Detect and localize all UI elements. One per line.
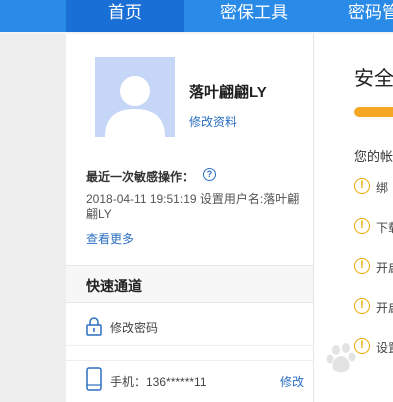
quick-access-title: 快速通道	[86, 278, 142, 294]
top-nav: 首页 密保工具 密码管	[0, 0, 393, 32]
lock-icon	[86, 317, 102, 336]
avatar[interactable]	[95, 57, 175, 137]
change-password-row[interactable]: 修改密码	[66, 306, 313, 346]
security-item-label: 下载	[376, 221, 393, 235]
warning-icon: !	[354, 258, 370, 274]
security-panel: 安全 您的帐 ! 绑 ! 下载 ! 开启 ! 开启 ! 设置	[314, 34, 393, 402]
modify-phone-link[interactable]: 修改	[280, 373, 304, 390]
recent-operation-title: 最近一次敏感操作：	[86, 170, 195, 184]
phone-row: 手机：136******11 修改	[66, 360, 313, 400]
security-item-label: 绑	[376, 181, 389, 195]
tab-home[interactable]: 首页	[66, 0, 184, 32]
view-more-link[interactable]: 查看更多	[86, 230, 134, 247]
security-item-label: 设置	[376, 341, 393, 355]
warning-icon: !	[354, 178, 370, 194]
security-item-label: 开启	[376, 261, 393, 275]
account-status-text: 您的帐	[354, 149, 393, 164]
user-silhouette-icon	[105, 76, 165, 137]
warning-icon: !	[354, 338, 370, 354]
security-item-label: 开启	[376, 301, 393, 315]
quick-access-header: 快速通道	[66, 265, 313, 303]
page: 首页 密保工具 密码管 落叶翩翩LY 修改资料 最近一次敏感操作： ? 2018…	[0, 0, 393, 402]
recent-operation-detail: 2018-04-11 19:51:19 设置用户名:落叶翩翩LY	[86, 192, 300, 221]
phone-number: 手机：136******11	[110, 375, 207, 389]
username: 落叶翩翩LY	[189, 84, 267, 101]
change-password-label: 修改密码	[110, 321, 159, 335]
security-title: 安全	[354, 68, 393, 90]
edit-profile-link[interactable]: 修改资料	[189, 113, 237, 130]
warning-icon: !	[354, 218, 370, 234]
security-progress-fill	[354, 107, 393, 117]
warning-icon: !	[354, 298, 370, 314]
sidebar: 落叶翩翩LY 修改资料 最近一次敏感操作： ? 2018-04-11 19:51…	[66, 34, 314, 402]
tab-security-tools[interactable]: 密保工具	[184, 0, 324, 32]
phone-icon	[86, 367, 102, 391]
help-icon[interactable]: ?	[203, 168, 216, 181]
tab-password-management[interactable]: 密码管	[324, 0, 393, 32]
security-progress-bar	[354, 107, 393, 117]
